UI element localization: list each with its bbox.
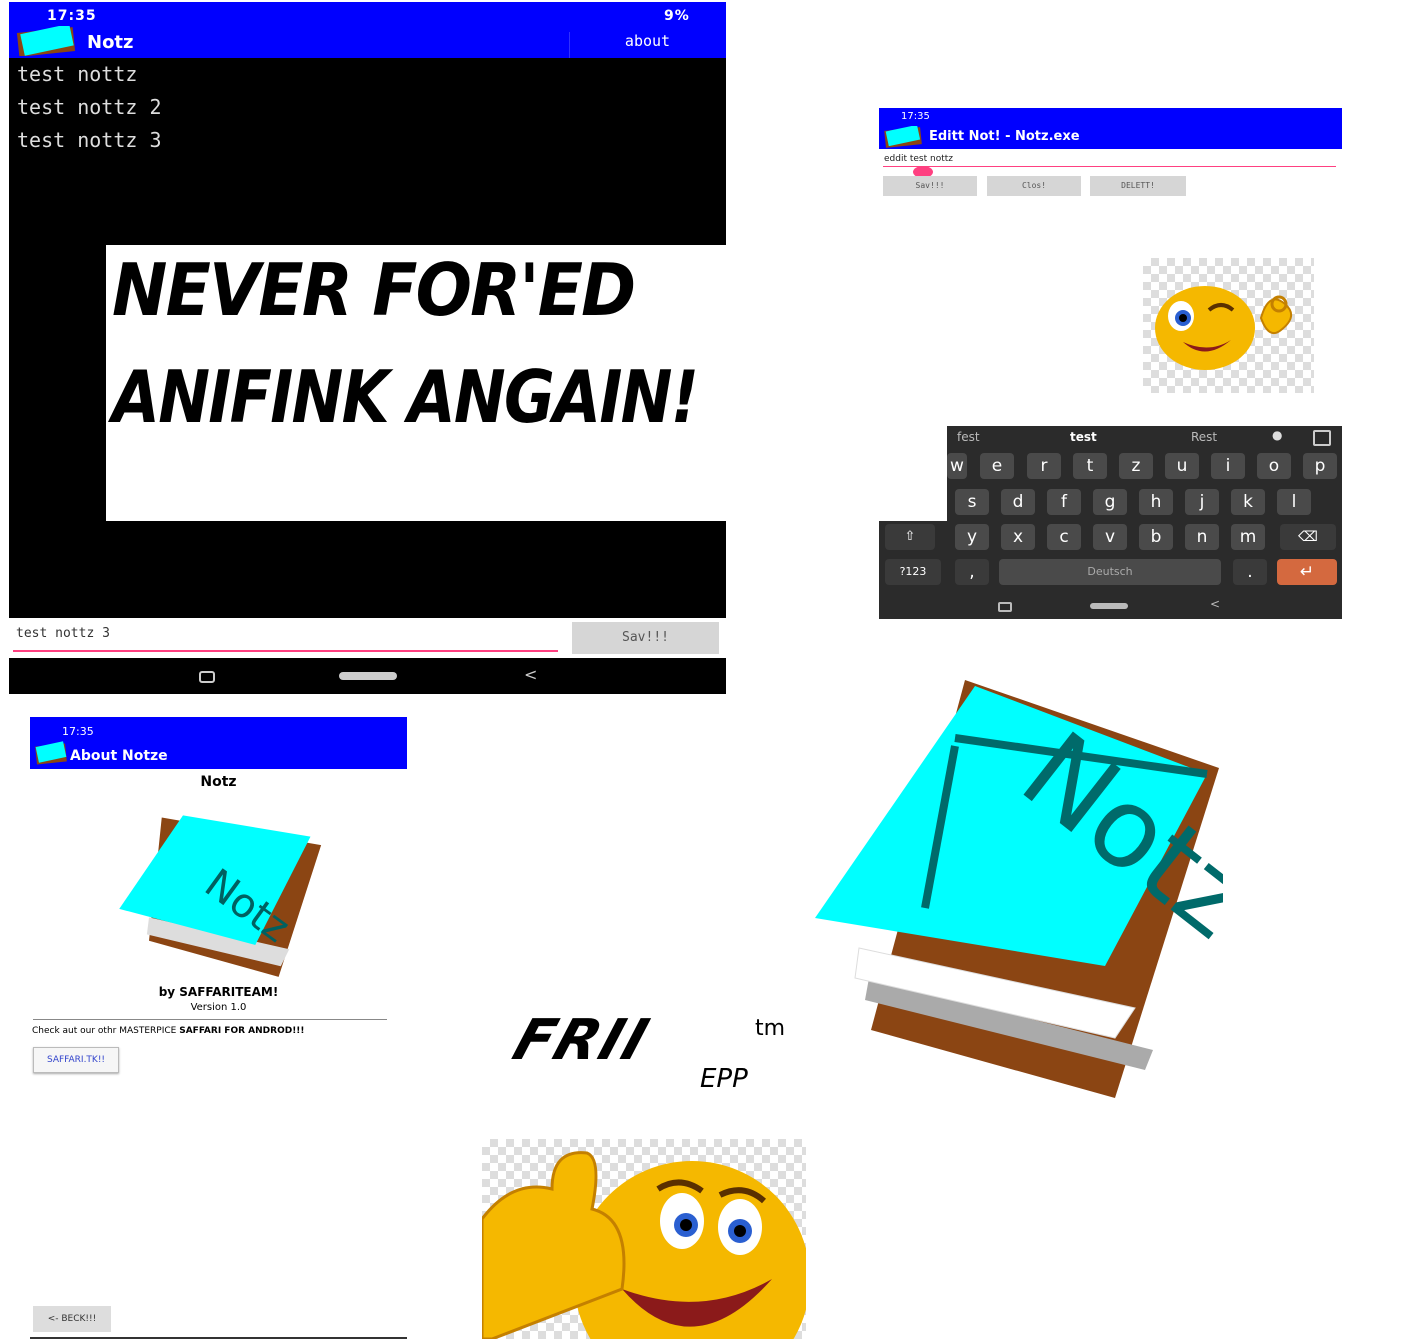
home-icon[interactable]	[339, 672, 397, 680]
frii-text: FRII	[505, 1008, 658, 1073]
note-list: test nottz test nottz 2 test nottz 3	[17, 62, 162, 161]
period-key[interactable]: .	[1233, 559, 1267, 585]
key[interactable]: j	[1185, 489, 1219, 515]
shift-key[interactable]: ⇧	[885, 524, 935, 550]
promo-bold: SAFFARI FOR ANDROD!!!	[179, 1026, 305, 1036]
note-input[interactable]: test nottz 3	[16, 626, 110, 641]
notz-logo-small-icon: Notz	[119, 815, 322, 977]
suggestion-item[interactable]: test	[1070, 430, 1097, 444]
save-button[interactable]: Sav!!!	[572, 622, 719, 654]
key[interactable]: t	[1073, 453, 1107, 479]
wink-emoji-icon	[1155, 286, 1292, 370]
frii-tm: tm	[755, 1016, 786, 1041]
recents-icon[interactable]	[998, 602, 1012, 612]
app-title: Notz	[87, 32, 134, 53]
promo-prefix: Check aut our othr MASTERPICE	[32, 1026, 180, 1036]
key[interactable]: m	[1231, 524, 1265, 550]
saffari-link-button[interactable]: SAFFARI.TK!!	[33, 1047, 119, 1073]
comma-key[interactable]: ,	[955, 559, 989, 585]
nav-bar: <	[9, 658, 726, 694]
key[interactable]: i	[1211, 453, 1245, 479]
note-list-item[interactable]: test nottz 3	[17, 128, 162, 161]
suggestion-item[interactable]: fest	[957, 430, 980, 444]
about-version: Version 1.0	[190, 1002, 247, 1013]
recents-icon[interactable]	[199, 671, 215, 683]
thumbs-up-emoji-icon	[482, 1151, 806, 1339]
back-button[interactable]: <- BECK!!!	[33, 1306, 111, 1332]
notz-logo-large-icon: Notz	[815, 680, 1223, 1098]
space-key[interactable]: Deutsch	[999, 559, 1221, 585]
backspace-key[interactable]: ⌫	[1280, 524, 1336, 550]
key[interactable]: r	[1027, 453, 1061, 479]
key[interactable]: c	[1047, 524, 1081, 550]
suggestion-bar: fest test Rest ●	[947, 428, 1342, 450]
key[interactable]: l	[1277, 489, 1311, 515]
edit-app-bar: 17:35 Editt Not! - Notz.exe	[879, 108, 1342, 149]
key[interactable]: p	[1303, 453, 1337, 479]
note-list-item[interactable]: test nottz 2	[17, 95, 162, 128]
about-by-line: by SAFFARITEAM!	[158, 985, 279, 999]
key[interactable]: g	[1093, 489, 1127, 515]
suggestion-item[interactable]: Rest	[1191, 430, 1217, 444]
home-icon[interactable]	[1090, 603, 1128, 609]
key[interactable]: x	[1001, 524, 1035, 550]
about-app-logo-icon	[35, 741, 67, 765]
status-battery: 9%	[664, 8, 690, 24]
edit-input-underline	[883, 166, 1336, 167]
back-icon[interactable]: <	[524, 665, 537, 684]
about-title: About Notze	[70, 748, 168, 764]
about-promo-text: Check aut our othr MASTERPICE SAFFARI FO…	[32, 1026, 305, 1036]
about-app-bar: 17:35 About Notze	[30, 717, 407, 769]
symbols-key[interactable]: ?123	[885, 559, 941, 585]
enter-key[interactable]: ↵	[1277, 559, 1337, 585]
edit-app-logo-icon	[884, 126, 922, 148]
back-icon[interactable]: <	[1210, 597, 1220, 611]
edit-delete-button[interactable]: DELETT!	[1090, 176, 1186, 196]
about-divider	[33, 1019, 387, 1020]
key[interactable]: h	[1139, 489, 1173, 515]
frii-sub: EPP	[700, 1064, 748, 1094]
key[interactable]: u	[1165, 453, 1199, 479]
key[interactable]: v	[1093, 524, 1127, 550]
thumbs-up-emoji-image	[482, 1139, 806, 1339]
about-screen: 17:35 About Notze Notz Notz by SAFFARITE…	[30, 717, 407, 1339]
edit-title: Editt Not! - Notz.exe	[929, 129, 1080, 144]
note-list-item[interactable]: test nottz	[17, 62, 162, 95]
key[interactable]: d	[1001, 489, 1035, 515]
edit-screen: 17:35 Editt Not! - Notz.exe eddit test n…	[879, 108, 1342, 200]
status-time: 17:35	[47, 8, 97, 24]
key[interactable]: o	[1257, 453, 1291, 479]
wink-emoji-image	[1143, 258, 1314, 393]
key[interactable]: s	[955, 489, 989, 515]
key[interactable]: w	[947, 453, 967, 479]
key[interactable]: f	[1047, 489, 1081, 515]
banner-line-2: ANIFINK ANGAIN!	[112, 355, 699, 439]
banner-line-1: NEVER FOR'ED	[112, 248, 636, 332]
key[interactable]: n	[1185, 524, 1219, 550]
app-logo-icon	[16, 26, 76, 56]
clipboard-icon[interactable]	[1313, 430, 1331, 446]
edit-close-button[interactable]: Clos!	[987, 176, 1081, 196]
edit-status-time: 17:35	[901, 111, 930, 122]
edit-save-button[interactable]: Sav!!!	[883, 176, 977, 196]
about-menu-button[interactable]: about	[569, 32, 725, 58]
key[interactable]: b	[1139, 524, 1173, 550]
edit-note-input[interactable]: eddit test nottz	[884, 154, 953, 164]
mic-icon[interactable]: ●	[1272, 428, 1282, 442]
main-app-bar: 17:35 9% Notz about	[9, 2, 726, 58]
about-app-name: Notz	[200, 774, 237, 790]
about-status-time: 17:35	[62, 725, 94, 738]
key[interactable]: k	[1231, 489, 1265, 515]
key[interactable]: e	[980, 453, 1014, 479]
input-area: test nottz 3 Sav!!!	[9, 618, 726, 658]
input-underline	[13, 650, 558, 652]
key[interactable]: y	[955, 524, 989, 550]
key[interactable]: z	[1119, 453, 1153, 479]
